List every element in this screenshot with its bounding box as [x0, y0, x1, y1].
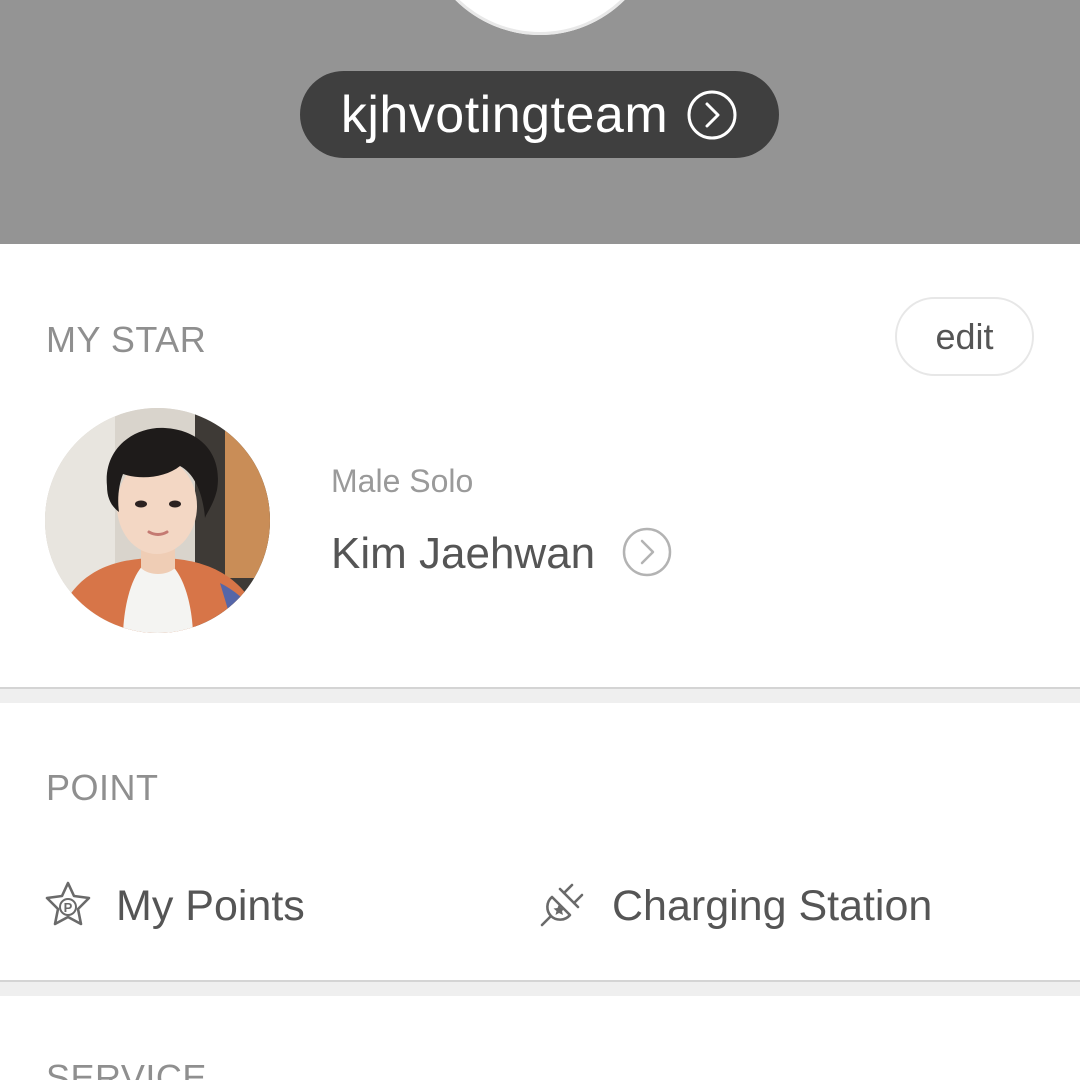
edit-button[interactable]: edit: [895, 297, 1034, 376]
username-label: kjhvotingteam: [340, 85, 669, 144]
user-avatar[interactable]: [420, 0, 660, 35]
star-category: Male Solo: [331, 463, 474, 499]
plug-star-icon: [538, 879, 588, 934]
my-star-title: MY STAR: [46, 319, 207, 360]
star-p-icon: P: [44, 880, 92, 933]
username-button[interactable]: kjhvotingteam: [300, 71, 779, 158]
chevron-right-circle-icon: [686, 89, 738, 141]
service-title: SERVICE: [46, 1057, 207, 1080]
star-photo[interactable]: [45, 408, 270, 633]
profile-page: kjhvotingteam MY STAR edit Male Solo Kim…: [0, 0, 1080, 1080]
svg-text:P: P: [64, 900, 73, 915]
charging-station-label: Charging Station: [612, 881, 933, 930]
star-name: Kim Jaehwan: [331, 529, 596, 578]
my-points-item[interactable]: P My Points: [44, 878, 305, 934]
section-divider: [0, 980, 1080, 996]
profile-header: kjhvotingteam: [0, 0, 1080, 244]
section-divider: [0, 687, 1080, 703]
star-name-link[interactable]: Kim Jaehwan: [331, 526, 673, 582]
point-title: POINT: [46, 767, 159, 808]
chevron-right-circle-icon: [621, 526, 673, 583]
my-points-label: My Points: [116, 881, 305, 930]
charging-station-item[interactable]: Charging Station: [538, 878, 932, 934]
